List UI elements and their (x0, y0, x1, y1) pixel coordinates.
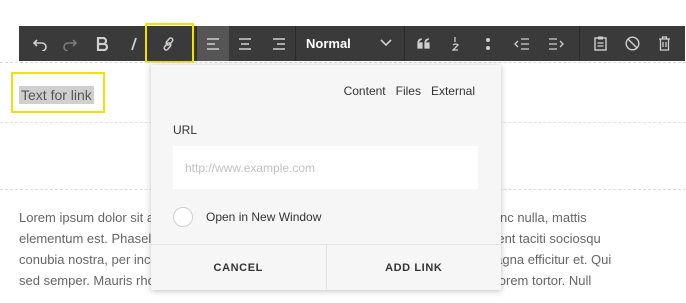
chevron-down-icon (380, 39, 392, 47)
paragraph-style-select[interactable]: Normal (296, 26, 404, 61)
cancel-button[interactable]: CANCEL (151, 245, 327, 290)
link-button-highlight (145, 23, 194, 63)
url-input[interactable] (173, 146, 478, 189)
no-entry-icon (624, 36, 640, 51)
insert-link-dialog: Content Files External URL Open in New W… (151, 65, 501, 290)
align-right-icon (273, 37, 285, 50)
indent-icon (549, 37, 564, 50)
bullet-list-icon (486, 37, 490, 50)
outdent-icon (514, 37, 529, 50)
dialog-actions: CANCEL ADD LINK (151, 244, 501, 290)
clear-format-button[interactable] (617, 26, 647, 61)
tab-files[interactable]: Files (396, 84, 421, 98)
clipboard-icon (593, 36, 607, 51)
indent-button[interactable] (540, 26, 572, 61)
redo-icon (63, 38, 78, 51)
paste-button[interactable] (585, 26, 615, 61)
open-new-window-label: Open in New Window (206, 210, 322, 224)
paragraph-style-value: Normal (306, 36, 351, 51)
italic-icon (131, 37, 137, 50)
outdent-button[interactable] (506, 26, 538, 61)
bold-icon (96, 36, 108, 51)
add-link-button[interactable]: ADD LINK (327, 245, 502, 290)
align-center-icon (239, 37, 251, 50)
link-type-tabs: Content Files External (344, 84, 475, 98)
trash-icon (658, 36, 670, 51)
align-left-button[interactable] (197, 26, 229, 61)
align-center-button[interactable] (229, 26, 261, 61)
redo-button[interactable] (55, 26, 85, 61)
tab-external[interactable]: External (431, 84, 475, 98)
align-right-button[interactable] (263, 26, 295, 61)
undo-icon (32, 38, 47, 51)
open-new-window-checkbox[interactable] (173, 207, 193, 227)
tab-content[interactable]: Content (344, 84, 386, 98)
align-left-icon (207, 37, 219, 50)
quote-icon (417, 37, 430, 49)
blockquote-button[interactable] (409, 26, 439, 61)
undo-button[interactable] (25, 26, 55, 61)
toolbar-separator (579, 26, 580, 61)
editor-toolbar: Normal (19, 26, 685, 61)
url-label: URL (173, 123, 198, 137)
toolbar-separator (404, 26, 405, 61)
delete-button[interactable] (649, 26, 679, 61)
bullet-list-button[interactable] (473, 26, 503, 61)
bold-button[interactable] (87, 26, 117, 61)
numbered-list-icon (452, 36, 459, 51)
ordered-list-button[interactable] (441, 26, 471, 61)
selected-text-highlight: Text for link (11, 72, 105, 113)
selected-text[interactable]: Text for link (19, 86, 94, 104)
